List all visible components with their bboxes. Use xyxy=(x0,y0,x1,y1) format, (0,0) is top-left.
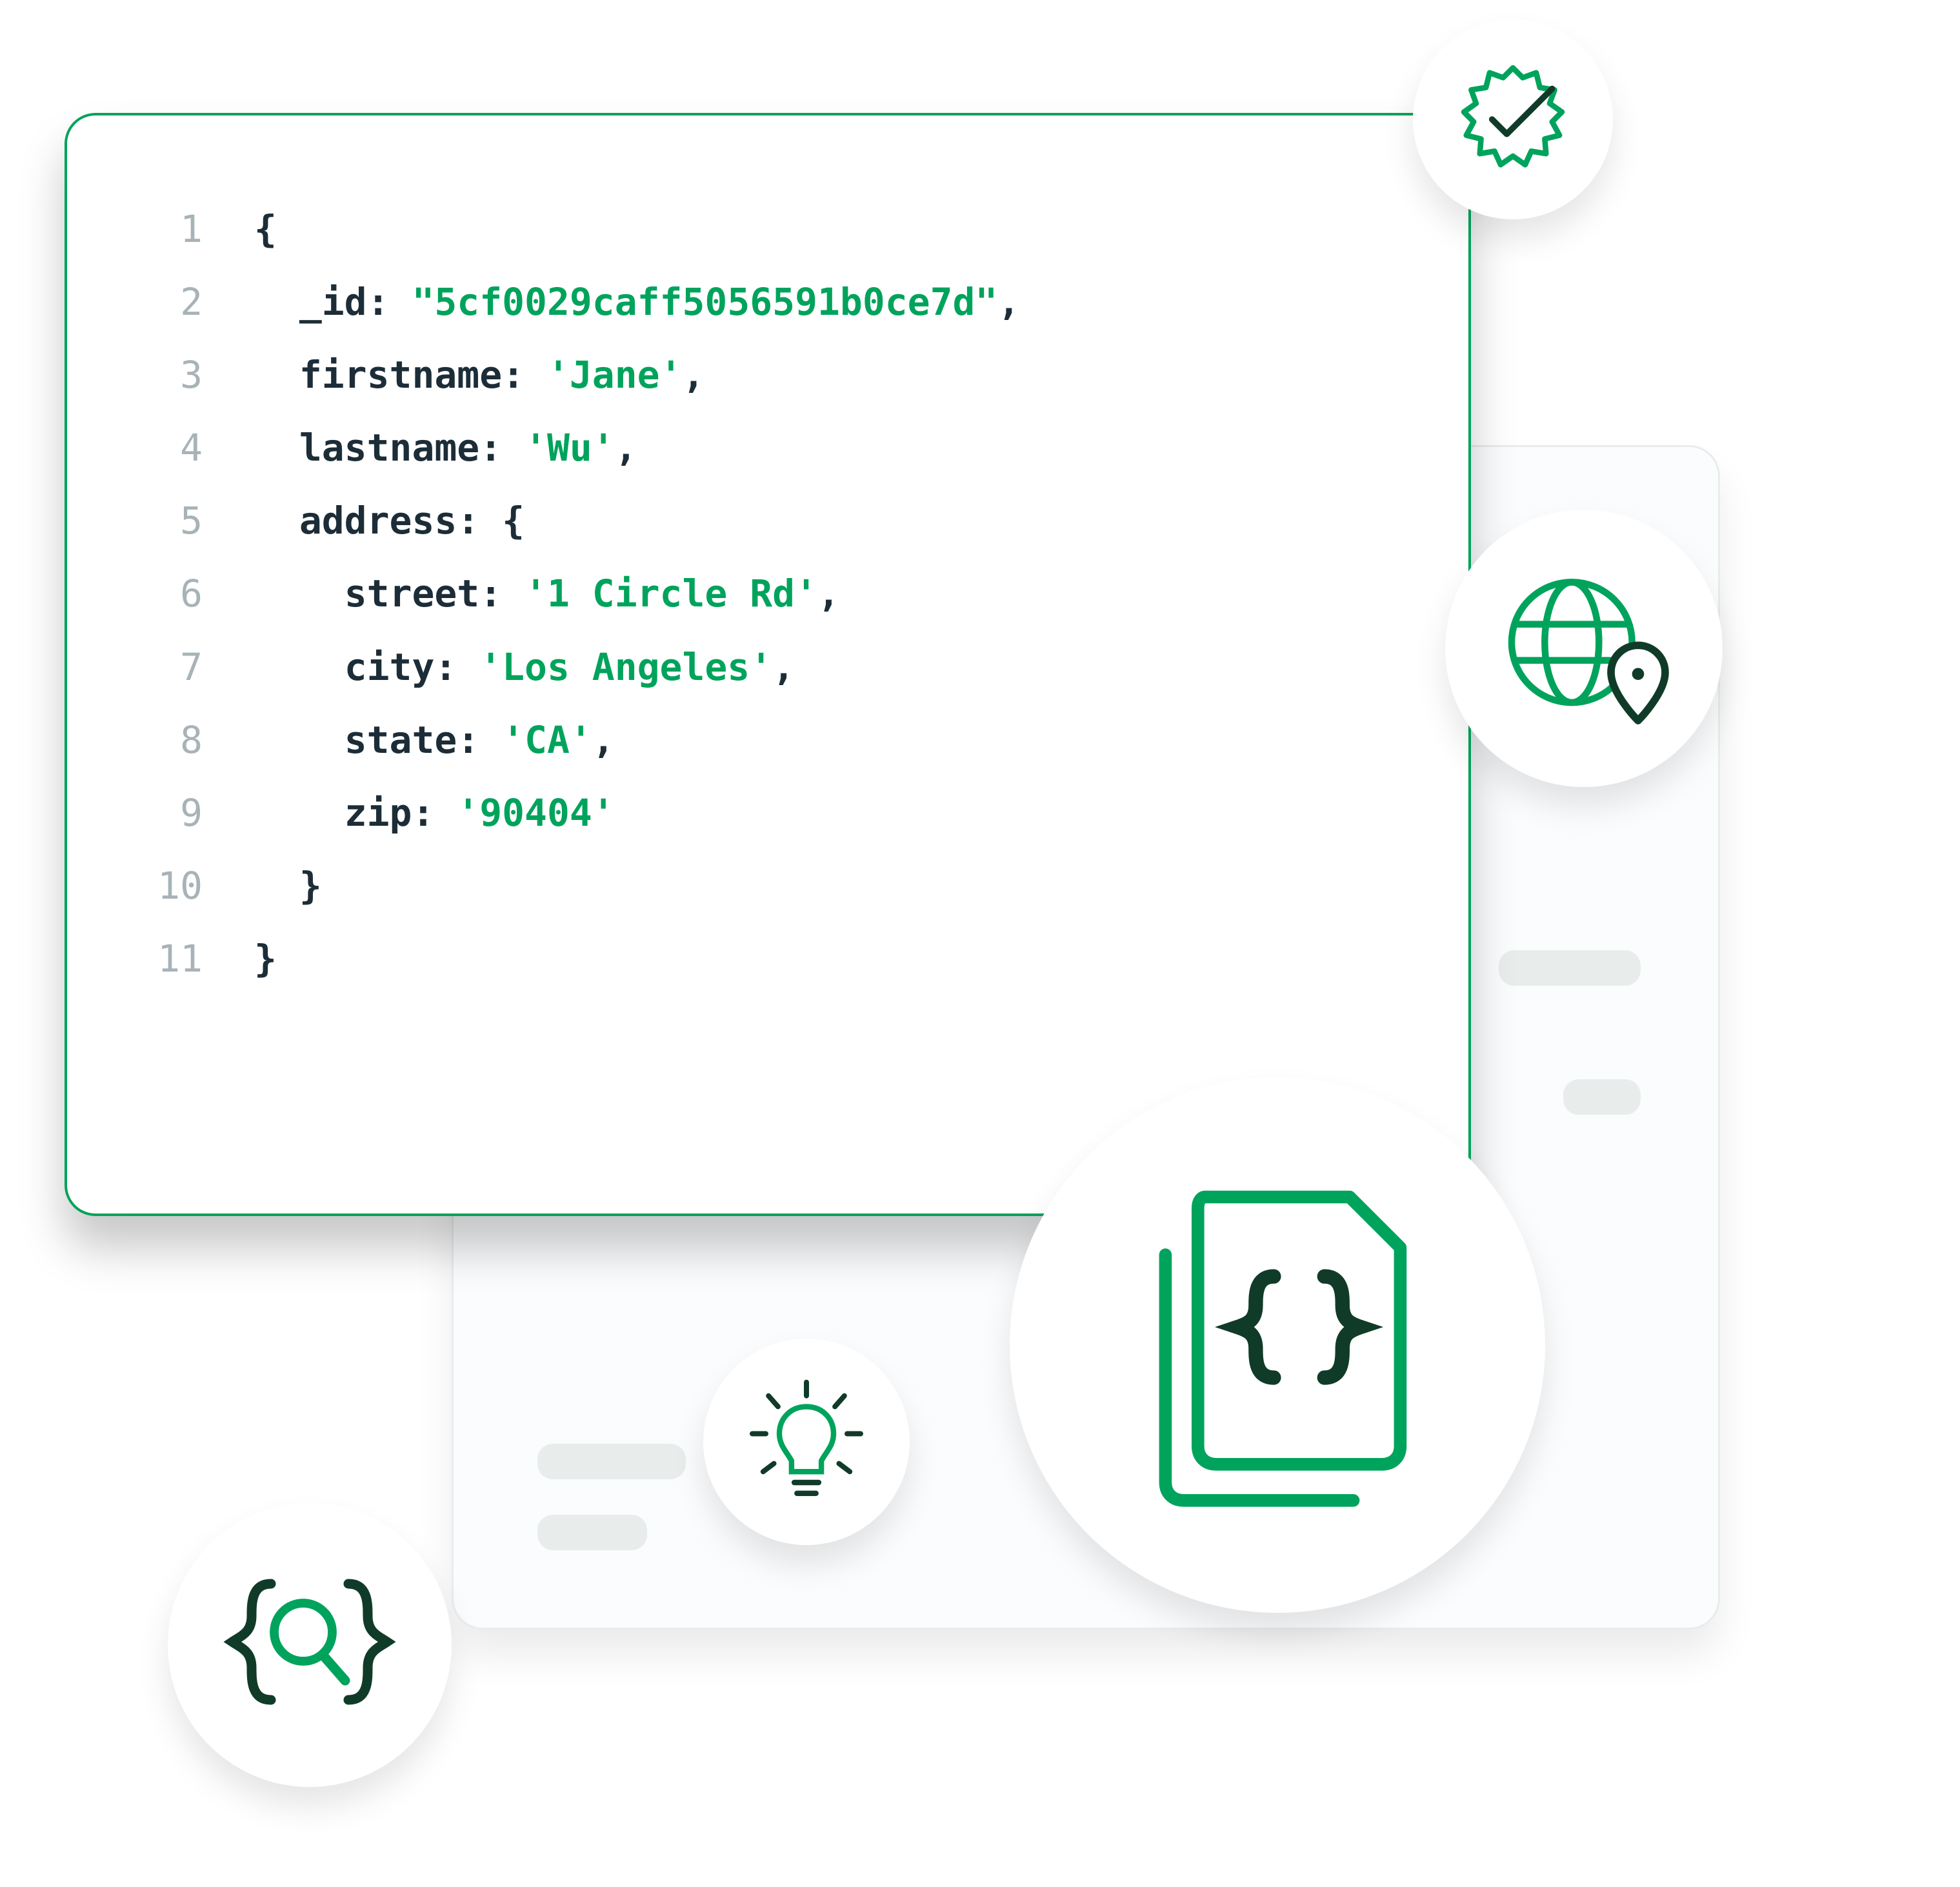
code-line: 4 lastname: 'Wu' , xyxy=(106,412,1417,484)
brace-close-inner: } xyxy=(299,850,322,923)
line-number: 4 xyxy=(106,412,203,484)
line-number: 3 xyxy=(106,339,203,412)
code-line: 8 state: 'CA' , xyxy=(106,704,1417,777)
field-street-key: street: xyxy=(345,557,525,630)
field-zip-value: '90404' xyxy=(457,777,614,850)
field-lastname-key: lastname: xyxy=(299,412,525,484)
field-state-key: state: xyxy=(345,704,502,777)
line-number: 7 xyxy=(106,631,203,704)
field-lastname-value: 'Wu' xyxy=(525,412,615,484)
line-number: 6 xyxy=(106,557,203,630)
brace-open: { xyxy=(254,193,277,266)
line-number: 9 xyxy=(106,777,203,850)
code-line: 10 } xyxy=(106,850,1417,923)
field-firstname-value: 'Jane' xyxy=(547,339,683,412)
field-city-key: city: xyxy=(345,631,480,704)
field-address-key: address: xyxy=(299,484,502,557)
field-firstname-key: firstname: xyxy=(299,339,547,412)
field-id-value: "5cf0029caff5056591b0ce7d" xyxy=(412,266,997,339)
field-city-value: 'Los Angeles' xyxy=(479,631,772,704)
code-line: 1 { xyxy=(106,193,1417,266)
globe-location-icon xyxy=(1445,510,1723,787)
line-number: 11 xyxy=(106,923,203,995)
code-line: 2 _id: "5cf0029caff5056591b0ce7d" , xyxy=(106,266,1417,339)
code-line: 6 street: '1 Circle Rd' , xyxy=(106,557,1417,630)
line-number: 8 xyxy=(106,704,203,777)
line-number: 2 xyxy=(106,266,203,339)
field-id-key: _id: xyxy=(299,266,412,339)
illustration-stage: 1 { 2 _id: "5cf0029caff5056591b0ce7d" , … xyxy=(0,0,1960,1887)
field-street-value: '1 Circle Rd' xyxy=(525,557,817,630)
code-line: 9 zip: '90404' xyxy=(106,777,1417,850)
brace-search-icon xyxy=(168,1503,452,1787)
code-line: 3 firstname: 'Jane' , xyxy=(106,339,1417,412)
brace-close: } xyxy=(254,923,277,995)
field-zip-key: zip: xyxy=(345,777,457,850)
line-number: 1 xyxy=(106,193,203,266)
code-editor-card: 1 { 2 _id: "5cf0029caff5056591b0ce7d" , … xyxy=(65,113,1471,1216)
verified-badge-icon xyxy=(1413,19,1613,219)
code-line: 7 city: 'Los Angeles' , xyxy=(106,631,1417,704)
document-json-icon xyxy=(1010,1077,1545,1613)
lightbulb-icon xyxy=(703,1339,910,1545)
code-line: 11 } xyxy=(106,923,1417,995)
field-state-value: 'CA' xyxy=(502,704,592,777)
code-line: 5 address: { xyxy=(106,484,1417,557)
line-number: 10 xyxy=(106,850,203,923)
line-number: 5 xyxy=(106,484,203,557)
